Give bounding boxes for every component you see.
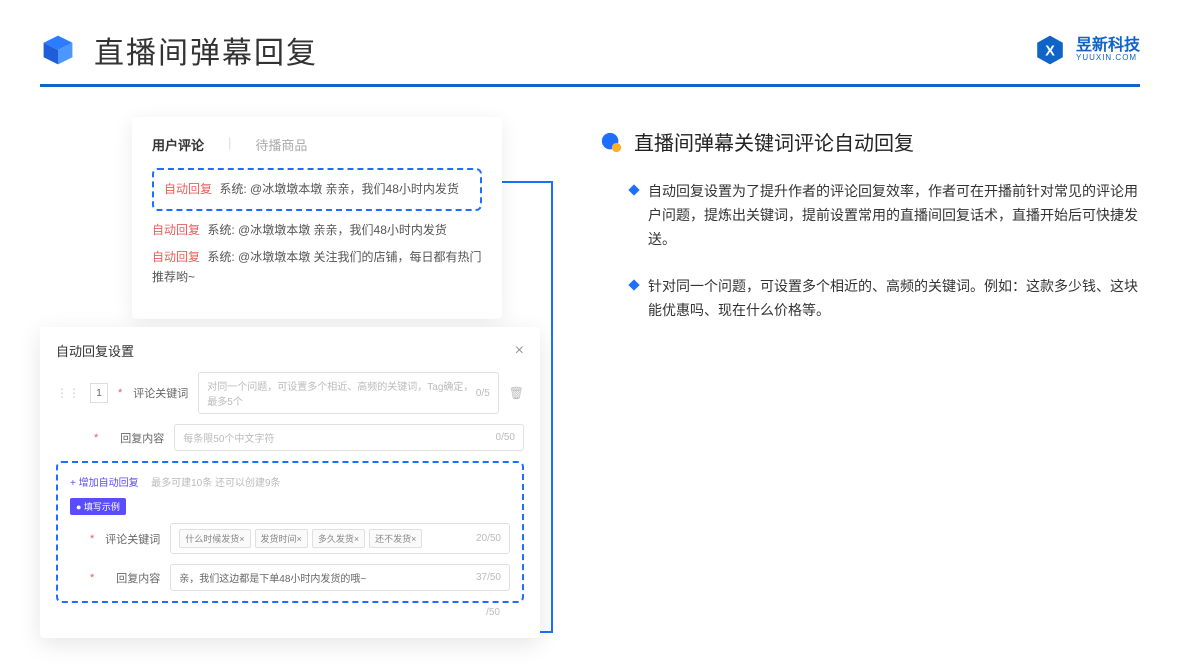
settings-panel: 自动回复设置 × ⋮⋮ 1 * 评论关键词 对同一个问题，可设置多个相近、高频的… (40, 327, 540, 638)
tag[interactable]: 还不发货× (369, 529, 422, 548)
counter: 37/50 (476, 572, 501, 583)
tab-pending-goods[interactable]: 待播商品 (255, 135, 307, 154)
logo-text-cn: 昱新科技 (1076, 38, 1140, 54)
highlighted-comment: 自动回复 系统: @冰墩墩本墩 亲亲，我们48小时内发货 (152, 168, 482, 211)
panel-tabs: 用户评论 | 待播商品 (152, 135, 482, 154)
description-column: 直播间弹幕关键词评论自动回复 自动回复设置为了提升作者的评论回复效率，作者可在开… (600, 117, 1140, 347)
ex-content-row: * 回复内容 亲，我们这边都是下单48小时内发货的哦~ 37/50 (70, 564, 510, 591)
tag-group: 什么时候发货× 发货时间× 多久发货× 还不发货× (179, 529, 422, 548)
content-row: * 回复内容 每条限50个中文字符 0/50 (56, 424, 524, 451)
keyword-label: 评论关键词 (132, 385, 188, 401)
placeholder: 每条限50个中文字符 (183, 430, 274, 445)
section-title: 直播间弹幕关键词评论自动回复 (634, 127, 914, 156)
section-head: 直播间弹幕关键词评论自动回复 (600, 127, 1140, 156)
comment-text: 系统: @冰墩墩本墩 关注我们的店铺，每日都有热门推荐哟~ (152, 250, 482, 283)
tab-sep: | (228, 135, 231, 154)
bullet-text: 针对同一个问题，可设置多个相近的、高频的关键词。例如：这款多少钱、这块能优惠吗、… (648, 275, 1140, 323)
bullet-text: 自动回复设置为了提升作者的评论回复效率，作者可在开播前针对常见的评论用户问题，提… (648, 180, 1140, 251)
svg-text:X: X (1045, 44, 1055, 60)
comment-row: 自动回复 系统: @冰墩墩本墩 关注我们的店铺，每日都有热门推荐哟~ (152, 248, 482, 286)
content-label: 回复内容 (108, 430, 164, 446)
placeholder: 对同一个问题，可设置多个相近、高频的关键词，Tag确定，最多5个 (207, 378, 476, 408)
tab-user-comments[interactable]: 用户评论 (152, 135, 204, 154)
diamond-icon (628, 184, 639, 195)
comment-row: 自动回复 系统: @冰墩墩本墩 亲亲，我们48小时内发货 (152, 221, 482, 240)
auto-reply-tag: 自动回复 (152, 223, 200, 237)
required-star: * (90, 533, 94, 545)
counter: 20/50 (476, 533, 501, 544)
close-icon[interactable]: × (515, 342, 524, 360)
ex-keyword-row: * 评论关键词 什么时候发货× 发货时间× 多久发货× 还不发货× 20/50 (70, 523, 510, 554)
index-box: 1 (90, 383, 108, 403)
counter: 0/50 (496, 432, 515, 443)
add-reply-link[interactable]: + 增加自动回复 (70, 478, 139, 489)
ex-kw-input[interactable]: 什么时候发货× 发货时间× 多久发货× 还不发货× 20/50 (170, 523, 510, 554)
add-note: 最多可建10条 还可以创建9条 (151, 478, 280, 489)
ex-ct-input[interactable]: 亲，我们这边都是下单48小时内发货的哦~ 37/50 (170, 564, 510, 591)
comment-text: 系统: @冰墩墩本墩 亲亲，我们48小时内发货 (219, 182, 459, 196)
tag[interactable]: 发货时间× (255, 529, 308, 548)
ex-ct-label: 回复内容 (104, 570, 160, 586)
extra-counter: /50 (486, 607, 500, 618)
ex-kw-label: 评论关键词 (104, 531, 160, 547)
header-left: 直播间弹幕回复 (40, 28, 318, 72)
required-star: * (94, 432, 98, 444)
ex-ct-text: 亲，我们这边都是下单48小时内发货的哦~ (179, 570, 366, 585)
logo-icon: X (1034, 34, 1066, 66)
tag[interactable]: 多久发货× (312, 529, 365, 548)
keyword-row: ⋮⋮ 1 * 评论关键词 对同一个问题，可设置多个相近、高频的关键词，Tag确定… (56, 372, 524, 414)
logo-text-en: YUUXIN.COM (1076, 54, 1140, 62)
bullet-item: 针对同一个问题，可设置多个相近的、高频的关键词。例如：这款多少钱、这块能优惠吗、… (600, 275, 1140, 323)
keyword-input[interactable]: 对同一个问题，可设置多个相近、高频的关键词，Tag确定，最多5个 0/5 (198, 372, 498, 414)
required-star: * (118, 387, 122, 399)
tag[interactable]: 什么时候发货× (179, 529, 250, 548)
example-badge: ● 填写示例 (70, 498, 126, 515)
trash-icon[interactable]: 🗑 (509, 386, 524, 400)
comment-text: 系统: @冰墩墩本墩 亲亲，我们48小时内发货 (207, 223, 447, 237)
counter: 0/5 (476, 388, 490, 399)
content-input[interactable]: 每条限50个中文字符 0/50 (174, 424, 524, 451)
auto-reply-tag: 自动回复 (152, 250, 200, 264)
header: 直播间弹幕回复 X 昱新科技 YUUXIN.COM (0, 0, 1180, 84)
page-title: 直播间弹幕回复 (94, 28, 318, 72)
comments-panel: 用户评论 | 待播商品 自动回复 系统: @冰墩墩本墩 亲亲，我们48小时内发货… (132, 117, 502, 319)
brand-logo: X 昱新科技 YUUXIN.COM (1034, 34, 1140, 66)
diamond-icon (628, 280, 639, 291)
bubble-icon (600, 131, 622, 153)
example-box: + 增加自动回复 最多可建10条 还可以创建9条 ● 填写示例 * 评论关键词 … (56, 461, 524, 603)
cube-icon (40, 32, 76, 68)
drag-icon[interactable]: ⋮⋮ (56, 386, 80, 400)
screenshot-column: 用户评论 | 待播商品 自动回复 系统: @冰墩墩本墩 亲亲，我们48小时内发货… (40, 117, 540, 347)
bullet-item: 自动回复设置为了提升作者的评论回复效率，作者可在开播前针对常见的评论用户问题，提… (600, 180, 1140, 251)
auto-reply-tag: 自动回复 (164, 182, 212, 196)
settings-title: 自动回复设置 (56, 341, 134, 360)
required-star: * (90, 572, 94, 584)
